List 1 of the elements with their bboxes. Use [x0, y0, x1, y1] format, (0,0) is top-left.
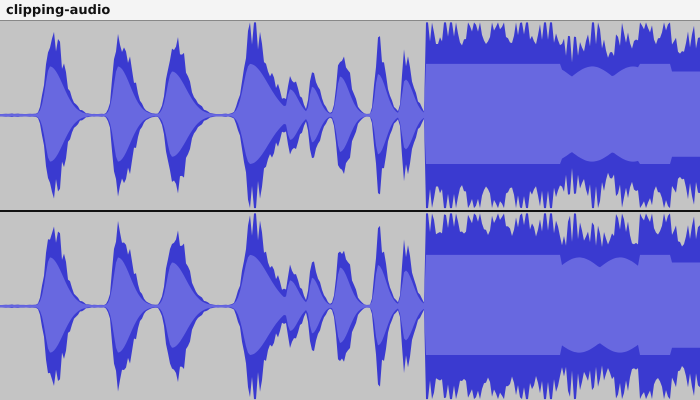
track-title: clipping-audio	[6, 2, 110, 18]
